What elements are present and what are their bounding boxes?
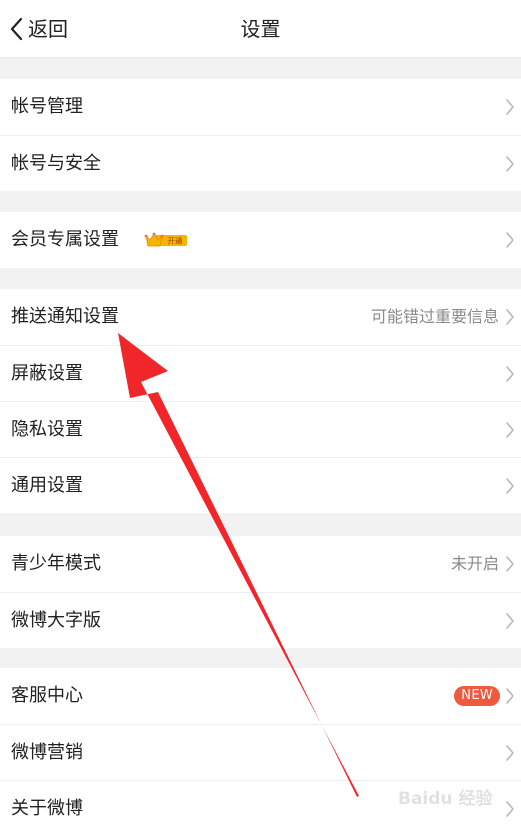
chevron-right-icon — [506, 421, 514, 438]
settings-row-about[interactable]: 关于微博 — [0, 780, 521, 831]
row-value: 可能错过重要信息 — [370, 307, 499, 326]
section-vip: 会员专属设置 开通 — [0, 212, 521, 268]
row-label: 微博大字版 — [11, 609, 101, 631]
page-title: 设置 — [240, 17, 281, 41]
chevron-right-icon — [506, 477, 514, 494]
settings-row-account-management[interactable]: 帐号管理 — [0, 79, 521, 135]
settings-row-vip-settings[interactable]: 会员专属设置 开通 — [0, 212, 521, 268]
row-label: 通用设置 — [11, 474, 83, 496]
row-label: 屏蔽设置 — [11, 362, 83, 384]
chevron-right-icon — [506, 744, 514, 761]
settings-row-teen-mode[interactable]: 青少年模式 未开启 — [0, 536, 521, 592]
settings-row-customer-service[interactable]: 客服中心 NEW — [0, 668, 521, 724]
settings-row-large-font[interactable]: 微博大字版 — [0, 592, 521, 648]
section-support: 客服中心 NEW 微博营销 关于微博 — [0, 668, 521, 831]
chevron-left-icon — [10, 17, 23, 41]
chevron-right-icon — [506, 800, 514, 817]
chevron-right-icon — [506, 612, 514, 629]
row-label: 微博营销 — [11, 741, 83, 763]
chevron-right-icon — [506, 232, 514, 248]
settings-row-marketing[interactable]: 微博营销 — [0, 724, 521, 780]
section-preferences: 推送通知设置 可能错过重要信息 屏蔽设置 隐私设置 通用设置 — [0, 289, 521, 513]
section-modes: 青少年模式 未开启 微博大字版 — [0, 536, 521, 648]
section-account: 帐号管理 帐号与安全 — [0, 79, 521, 191]
row-label: 帐号与安全 — [11, 152, 101, 174]
settings-row-account-security[interactable]: 帐号与安全 — [0, 135, 521, 191]
new-badge: NEW — [454, 686, 500, 706]
vip-crown-icon: 开通 — [144, 232, 187, 247]
vip-badge-text: 开通 — [168, 236, 183, 246]
top-bar: 返回 设置 — [0, 0, 521, 58]
row-label: 推送通知设置 — [11, 306, 119, 327]
row-label: 会员专属设置 — [11, 229, 119, 250]
chevron-right-icon — [506, 688, 514, 704]
back-label: 返回 — [28, 17, 68, 41]
row-label: 青少年模式 — [11, 553, 101, 574]
chevron-right-icon — [506, 556, 514, 572]
settings-row-push-notifications[interactable]: 推送通知设置 可能错过重要信息 — [0, 289, 521, 345]
row-value: 未开启 — [450, 554, 499, 573]
settings-row-privacy[interactable]: 隐私设置 — [0, 401, 521, 457]
settings-row-block[interactable]: 屏蔽设置 — [0, 345, 521, 401]
back-button[interactable]: 返回 — [8, 14, 68, 44]
chevron-right-icon — [506, 99, 514, 115]
settings-screen: 返回 设置 帐号管理 帐号与安全 会员专属设置 开通 推送通知设置 可能错过重要… — [0, 0, 521, 831]
row-label: 关于微博 — [11, 797, 83, 819]
row-label: 帐号管理 — [11, 96, 83, 117]
row-label: 隐私设置 — [11, 418, 83, 440]
chevron-right-icon — [506, 365, 514, 382]
chevron-right-icon — [506, 309, 514, 325]
settings-row-general[interactable]: 通用设置 — [0, 457, 521, 513]
chevron-right-icon — [506, 155, 514, 172]
row-label: 客服中心 — [11, 685, 83, 706]
